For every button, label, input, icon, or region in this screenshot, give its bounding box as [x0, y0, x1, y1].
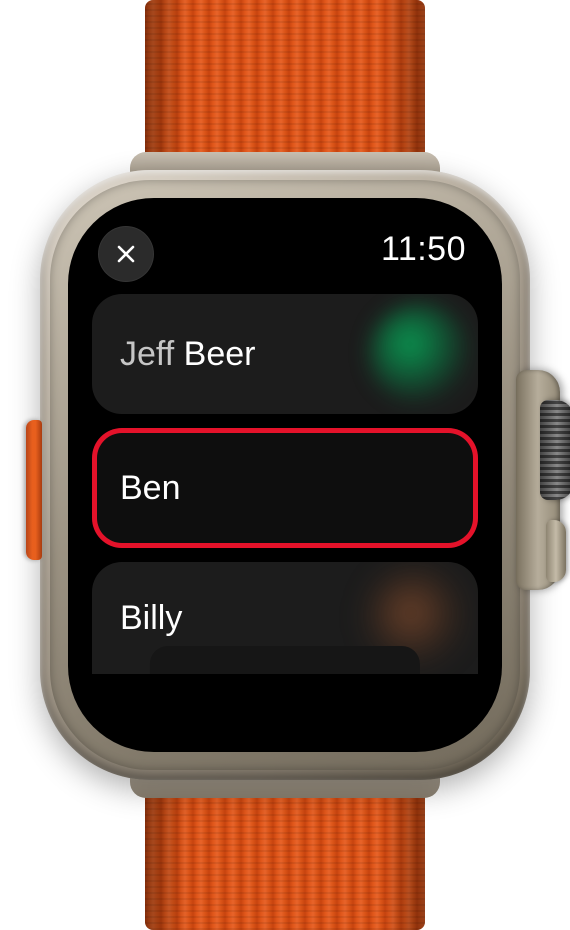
list-item[interactable]: Ben — [92, 428, 478, 548]
action-button[interactable] — [26, 420, 42, 560]
list-item[interactable]: Billy — [92, 562, 478, 674]
list-item[interactable]: Jeff Beer — [92, 294, 478, 414]
contact-name: Ben — [120, 469, 181, 508]
side-button[interactable] — [546, 520, 566, 582]
contact-name: Billy — [120, 599, 182, 638]
status-bar: 11:50 — [80, 220, 490, 288]
close-button[interactable] — [98, 226, 154, 282]
watch-frame: 11:50 Jeff Beer Ben Billy — [40, 170, 530, 780]
next-item-peek — [150, 646, 420, 674]
contact-list[interactable]: Jeff Beer Ben Billy — [92, 294, 478, 740]
contact-name: Jeff Beer — [120, 335, 255, 374]
close-icon — [114, 242, 138, 266]
presence-indicator-icon — [370, 304, 470, 404]
watch-band-bottom — [145, 790, 425, 930]
digital-crown[interactable] — [540, 400, 570, 500]
watch-screen: 11:50 Jeff Beer Ben Billy — [80, 210, 490, 740]
clock-time: 11:50 — [381, 226, 466, 269]
